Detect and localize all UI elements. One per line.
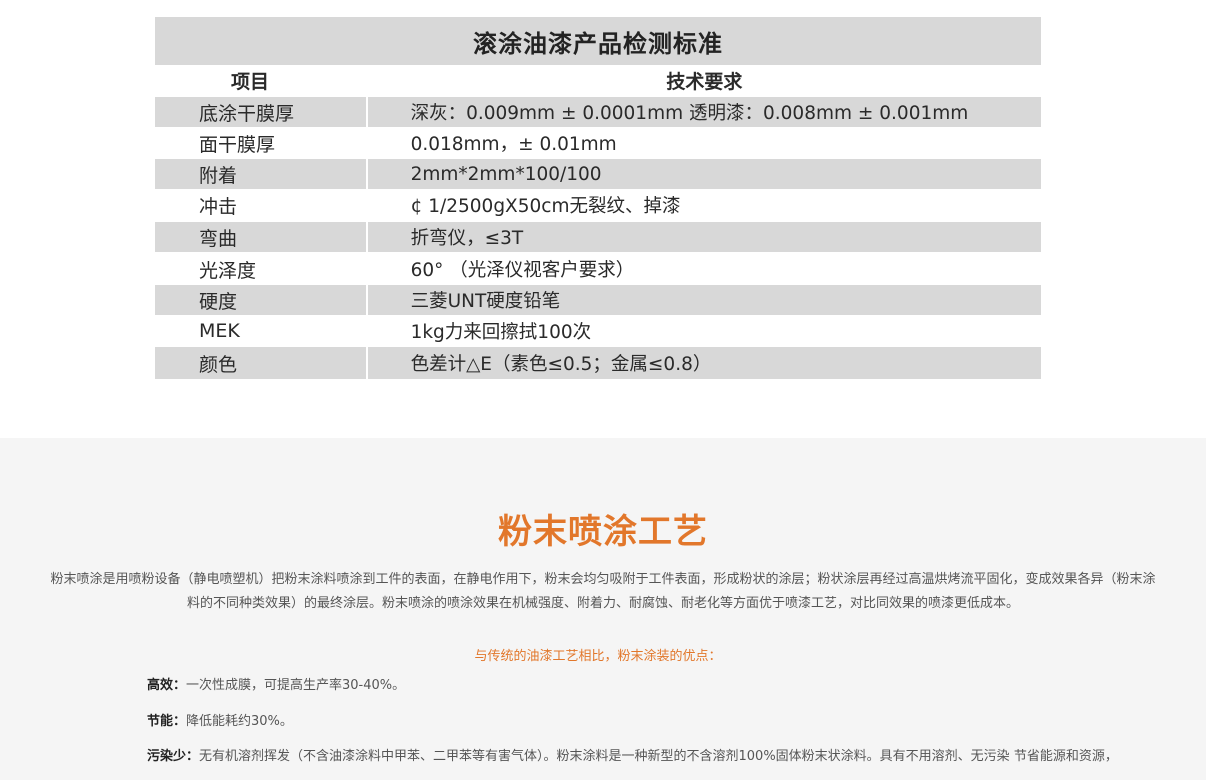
table-row: 冲击 ¢ 1/2500gX50cm无裂纹、掉漆 xyxy=(155,190,1041,220)
row-requirement: 0.018mm，± 0.01mm xyxy=(367,128,1041,158)
row-requirement: 三菱UNT硬度铅笔 xyxy=(367,285,1041,315)
spec-table: 滚涂油漆产品检测标准 项目 技术要求 底涂干膜厚 深灰：0.009mm ± 0.… xyxy=(155,17,1041,379)
row-requirement: 1kg力来回擦拭100次 xyxy=(367,316,1041,346)
advantage-text: 降低能耗约30%。 xyxy=(186,714,293,729)
advantage-item: 节能：降低能耗约30%。 xyxy=(147,710,293,729)
advantage-label: 节能： xyxy=(147,714,187,729)
advantages-heading: 与传统的油漆工艺相比，粉末涂装的优点： xyxy=(474,649,722,664)
table-row: 光泽度 60° （光泽仪视客户要求） xyxy=(155,254,1041,284)
table-row: MEK 1kg力来回擦拭100次 xyxy=(155,316,1041,346)
intro-line: 粉末喷涂是用喷粉设备（静电喷塑机）把粉末涂料喷涂到工件的表面，在静电作用下，粉末… xyxy=(50,572,1156,587)
table-row: 底涂干膜厚 深灰：0.009mm ± 0.0001mm 透明漆：0.008mm … xyxy=(155,97,1041,127)
row-item: 硬度 xyxy=(155,285,366,315)
table-row: 硬度 三菱UNT硬度铅笔 xyxy=(155,285,1041,315)
row-item: 弯曲 xyxy=(155,222,366,252)
column-divider xyxy=(366,65,368,379)
section-title: 粉末喷涂工艺 xyxy=(498,512,708,552)
row-requirement: 折弯仪，≤3T xyxy=(367,222,1041,252)
powder-coating-section: 粉末喷涂工艺 粉末喷涂是用喷粉设备（静电喷塑机）把粉末涂料喷涂到工件的表面，在静… xyxy=(0,438,1206,780)
advantage-text: 一次性成膜，可提高生产率30-40%。 xyxy=(186,678,406,693)
table-row: 颜色 色差计△E（素色≤0.5；金属≤0.8） xyxy=(155,347,1041,379)
advantage-item: 污染少：无有机溶剂挥发（不含油漆涂料中甲苯、二甲苯等有害气体）。粉末涂料是一种新… xyxy=(147,745,1118,764)
section-intro: 粉末喷涂是用喷粉设备（静电喷塑机）把粉末涂料喷涂到工件的表面，在静电作用下，粉末… xyxy=(0,568,1206,616)
header-item: 项目 xyxy=(155,65,366,95)
row-requirement: 60° （光泽仪视客户要求） xyxy=(367,254,1041,284)
row-item: 附着 xyxy=(155,159,366,189)
advantage-item: 高效：一次性成膜，可提高生产率30-40%。 xyxy=(147,674,405,693)
advantage-text: 无有机溶剂挥发（不含油漆涂料中甲苯、二甲苯等有害气体）。粉末涂料是一种新型的不含… xyxy=(199,749,1118,764)
header-requirement: 技术要求 xyxy=(367,65,1041,95)
intro-line: 料的不同种类效果）的最终涂层。粉末喷涂的喷涂效果在机械强度、附着力、耐腐蚀、耐老… xyxy=(186,596,1019,611)
row-item: 光泽度 xyxy=(155,254,366,284)
row-requirement: ¢ 1/2500gX50cm无裂纹、掉漆 xyxy=(367,190,1041,220)
table-row: 附着 2mm*2mm*100/100 xyxy=(155,159,1041,189)
spec-table-header: 项目 技术要求 xyxy=(155,65,1041,95)
row-item: MEK xyxy=(155,316,366,346)
advantage-label: 污染少： xyxy=(147,749,200,764)
row-requirement: 色差计△E（素色≤0.5；金属≤0.8） xyxy=(367,347,1041,379)
row-item: 面干膜厚 xyxy=(155,128,366,158)
row-item: 颜色 xyxy=(155,347,366,379)
table-row: 面干膜厚 0.018mm，± 0.01mm xyxy=(155,128,1041,158)
advantage-label: 高效： xyxy=(147,678,187,693)
row-item: 冲击 xyxy=(155,190,366,220)
spec-table-title: 滚涂油漆产品检测标准 xyxy=(155,17,1041,65)
row-requirement: 2mm*2mm*100/100 xyxy=(367,159,1041,189)
row-item: 底涂干膜厚 xyxy=(155,97,366,127)
table-row: 弯曲 折弯仪，≤3T xyxy=(155,222,1041,252)
row-requirement: 深灰：0.009mm ± 0.0001mm 透明漆：0.008mm ± 0.00… xyxy=(367,97,1041,127)
